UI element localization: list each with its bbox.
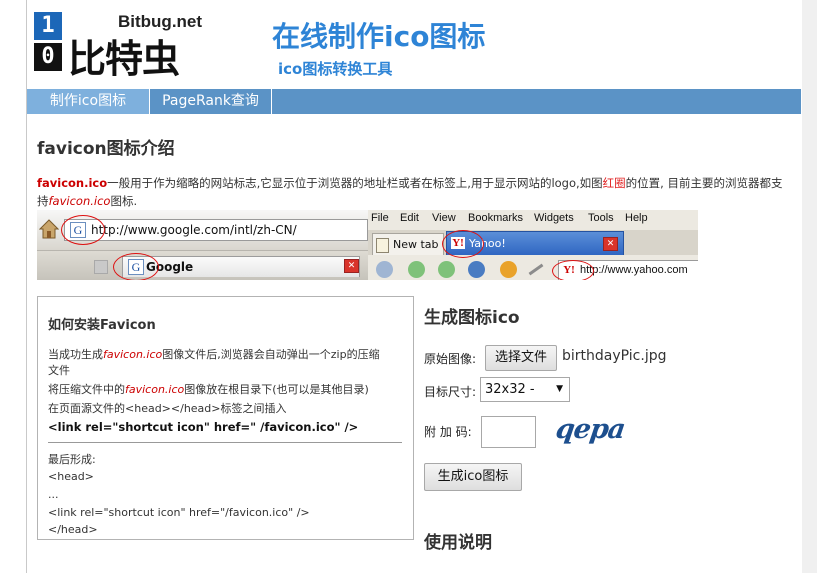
ff-menu-tools: Tools bbox=[588, 212, 614, 224]
logo-digit-zero: 0 bbox=[34, 43, 62, 71]
intro-paragraph: favicon.ico一般用于作为缩略的网站标志,它显示位于浏览器的地址栏或者在… bbox=[37, 174, 792, 210]
highlight-circle-ff-tab bbox=[442, 230, 484, 258]
intro-text-c: 图标. bbox=[110, 194, 138, 208]
nav-item-make-ico[interactable]: 制作ico图标 bbox=[27, 89, 150, 114]
favicon-term: favicon.ico bbox=[37, 176, 108, 190]
home-icon bbox=[39, 219, 59, 239]
selected-file-name: birthdayPic.jpg bbox=[562, 348, 667, 364]
generate-ico-button[interactable]: 生成ico图标 bbox=[424, 463, 522, 491]
intro-red-word: 红圈 bbox=[602, 176, 626, 190]
ff-new-tab: New tab bbox=[372, 233, 444, 255]
highlight-circle-ff-address bbox=[552, 260, 594, 280]
ff-menu-edit: Edit bbox=[400, 212, 419, 224]
ff-new-tab-label: New tab bbox=[393, 238, 439, 251]
install-line-9: <link rel="shortcut icon" href="/favicon… bbox=[48, 506, 310, 519]
ff-menu-view: View bbox=[432, 212, 456, 224]
highlight-circle-ie-address bbox=[61, 215, 105, 245]
captcha-label: 附 加 码: bbox=[424, 425, 472, 439]
ie-tab-strip: G Google ✕ bbox=[37, 251, 368, 280]
install-title: 如何安装Favicon bbox=[48, 318, 156, 333]
main-nav: 制作ico图标 PageRank查询 bbox=[27, 89, 801, 114]
tab-close-grey-icon bbox=[94, 260, 108, 274]
install-line-10: </head> bbox=[48, 523, 98, 536]
ff-tab-strip: New tab Y! Yahoo! ✕ bbox=[368, 230, 698, 255]
target-size-value: 32x32 - bbox=[485, 382, 535, 397]
forward-icon bbox=[408, 261, 425, 278]
ie-url-field: G http://www.google.com/intl/zh-CN/ bbox=[64, 219, 368, 241]
ff-menu-bookmarks: Bookmarks bbox=[468, 212, 524, 224]
ff-url-text: http://www.yahoo.com bbox=[580, 264, 688, 276]
forward-arrow-icon bbox=[438, 261, 455, 278]
captcha-input[interactable] bbox=[481, 416, 536, 448]
pen-icon bbox=[528, 263, 544, 276]
target-size-label: 目标尺寸: bbox=[424, 385, 477, 399]
install-line-8: ... bbox=[48, 488, 59, 501]
generate-section-title: 生成图标ico bbox=[424, 308, 520, 328]
page-icon bbox=[376, 238, 389, 253]
back-icon bbox=[376, 261, 393, 278]
highlight-circle-ie-tab bbox=[113, 253, 159, 280]
install-line-4: 在页面源文件的<head></head>标签之间插入 bbox=[48, 402, 287, 415]
intro-text-a: 一般用于作为缩略的网站标志,它显示位于浏览器的地址栏或者在标签上,用于显示网站的… bbox=[107, 176, 603, 190]
ff-tab-close-icon: ✕ bbox=[603, 237, 618, 251]
target-size-select[interactable]: 32x32 - ▼ bbox=[480, 377, 570, 402]
scrollbar-gutter bbox=[802, 0, 817, 573]
nav-item-pagerank[interactable]: PageRank查询 bbox=[150, 89, 272, 114]
install-instructions-box: 如何安装Favicon 当成功生成favicon.ico图像文件后,浏览器会自动… bbox=[37, 296, 414, 540]
choose-file-button[interactable]: 选择文件 bbox=[485, 345, 557, 371]
logo-brand-name: 比特虫 bbox=[68, 37, 180, 81]
install-line-1: 当成功生成favicon.ico图像文件后,浏览器会自动弹出一个zip的压缩 bbox=[48, 348, 380, 361]
install-line-7: <head> bbox=[48, 470, 94, 483]
source-image-label: 原始图像: bbox=[424, 352, 477, 366]
intro-heading: favicon图标介绍 bbox=[37, 139, 175, 159]
firefox-window: File Edit View Bookmarks Widgets Tools H… bbox=[368, 210, 698, 280]
reload-icon bbox=[500, 261, 517, 278]
ff-menu-widgets: Widgets bbox=[534, 212, 574, 224]
site-title: 在线制作ico图标 bbox=[272, 20, 486, 53]
ff-menu-file: File bbox=[371, 212, 389, 224]
captcha-image[interactable]: qepa bbox=[554, 414, 627, 445]
install-line-6: 最后形成: bbox=[48, 453, 96, 466]
browser-demo-image: G http://www.google.com/intl/zh-CN/ G Go… bbox=[37, 210, 698, 280]
usage-section-title: 使用说明 bbox=[424, 533, 492, 553]
ie-url-text: http://www.google.com/intl/zh-CN/ bbox=[91, 223, 297, 237]
ff-menu-bar: File Edit View Bookmarks Widgets Tools H… bbox=[368, 210, 698, 227]
install-code-snippet: <link rel="shortcut icon" href=" /favico… bbox=[48, 420, 359, 434]
ff-menu-help: Help bbox=[625, 212, 648, 224]
chevron-down-icon: ▼ bbox=[556, 384, 563, 394]
ff-nav-toolbar: Y! http://www.yahoo.com bbox=[368, 259, 698, 280]
fast-forward-icon bbox=[468, 261, 485, 278]
install-line-2: 文件 bbox=[48, 364, 70, 377]
ie-tab-close-icon: ✕ bbox=[344, 259, 359, 273]
logo-digit-one: 1 bbox=[34, 12, 62, 40]
favicon-term-italic: favicon.ico bbox=[48, 194, 111, 208]
site-subtitle: ico图标转换工具 bbox=[278, 60, 393, 78]
install-line-3: 将压缩文件中的favicon.ico图像放在根目录下(也可以是其他目录) bbox=[48, 383, 369, 396]
install-divider bbox=[48, 442, 402, 443]
